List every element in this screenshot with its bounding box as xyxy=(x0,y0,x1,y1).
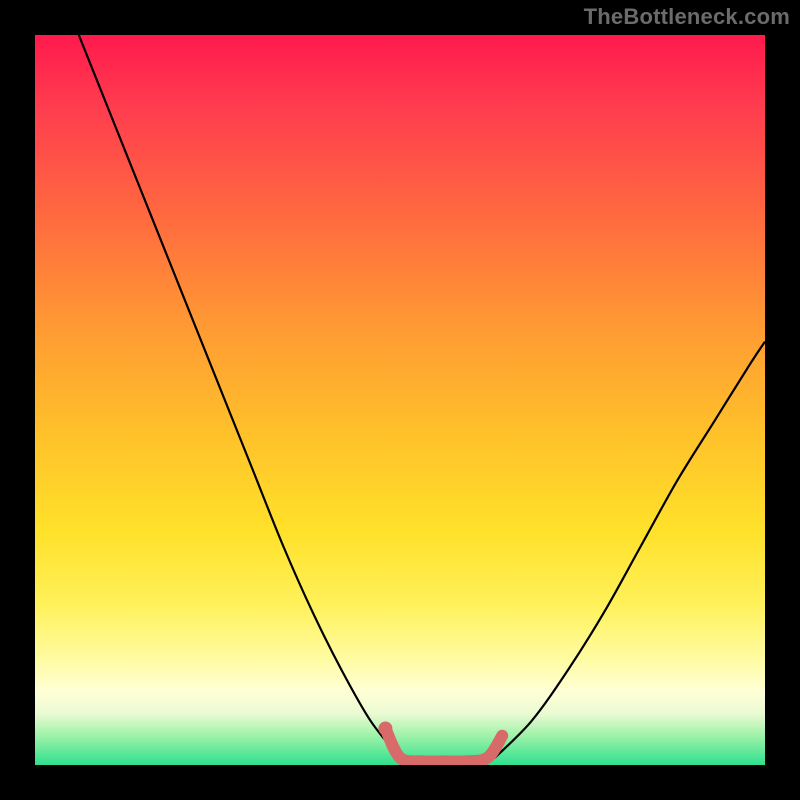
curve-left-branch xyxy=(79,35,400,758)
valley-highlight xyxy=(385,729,502,762)
valley-dot xyxy=(378,722,392,736)
watermark: TheBottleneck.com xyxy=(584,4,790,30)
chart-overlay xyxy=(35,35,765,765)
chart-frame: TheBottleneck.com xyxy=(0,0,800,800)
plot-area xyxy=(35,35,765,765)
curve-right-branch xyxy=(495,342,765,758)
